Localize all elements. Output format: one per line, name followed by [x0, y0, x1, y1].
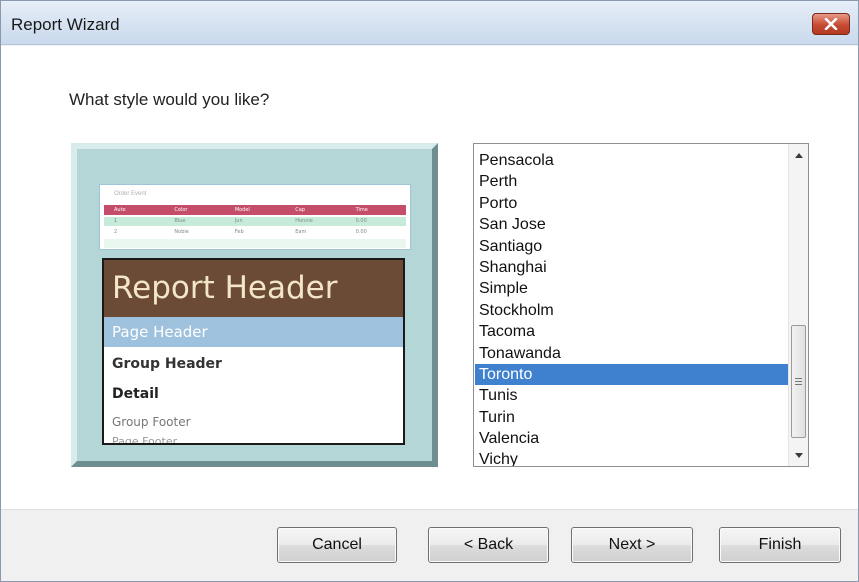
- cancel-button[interactable]: Cancel: [277, 527, 397, 563]
- mini-table-cell: [346, 239, 406, 248]
- grip-icon: [795, 376, 802, 387]
- list-item[interactable]: Porto: [475, 193, 788, 214]
- finish-button[interactable]: Finish: [719, 527, 841, 563]
- mini-table-cell: Feb: [234, 229, 244, 235]
- mini-table-header-cell: Color: [174, 207, 188, 213]
- mini-table-cell: 2: [114, 229, 118, 235]
- mini-table-header-cell: Cap: [295, 207, 305, 213]
- list-item-selected[interactable]: Toronto: [475, 363, 788, 386]
- mini-table-cell: Jun: [234, 218, 243, 224]
- page-header-band: Page Header: [104, 317, 403, 347]
- page-header-label: Page Header: [112, 323, 208, 341]
- wizard-content: What style would you like? Order Event A…: [1, 46, 858, 509]
- scroll-down-button[interactable]: [789, 446, 808, 464]
- detail-label: Detail: [112, 386, 159, 402]
- style-listbox[interactable]: Pensacola Perth Porto San Jose Santiago …: [473, 143, 809, 467]
- list-item[interactable]: Perth: [475, 171, 788, 192]
- group-header-label: Group Header: [112, 356, 222, 372]
- mini-table-cell: [285, 239, 345, 248]
- window-title: Report Wizard: [11, 15, 120, 34]
- mini-table-cell: [225, 239, 285, 248]
- mini-table-header-cell: Time: [355, 207, 368, 213]
- back-button[interactable]: < Back: [428, 527, 549, 563]
- page-footer-label: Page Footer: [112, 435, 178, 445]
- list-item[interactable]: Tunis: [475, 385, 788, 406]
- chevron-up-icon: [794, 152, 803, 158]
- mini-table-title: Order Event: [114, 191, 147, 197]
- group-footer-label: Group Footer: [112, 415, 191, 429]
- list-item[interactable]: Santiago: [475, 236, 788, 257]
- mini-table-cell: Blue: [174, 218, 186, 224]
- mini-table-header-cell: Model: [234, 207, 250, 213]
- list-item[interactable]: Simple: [475, 278, 788, 299]
- mini-table-cell: [164, 239, 224, 248]
- close-button[interactable]: [812, 13, 850, 35]
- page-prompt: What style would you like?: [69, 90, 270, 109]
- next-button[interactable]: Next >: [571, 527, 693, 563]
- list-item[interactable]: San Jose: [475, 214, 788, 235]
- list-item[interactable]: Valencia: [475, 428, 788, 449]
- scroll-thumb[interactable]: [791, 325, 806, 438]
- list-item[interactable]: Tacoma: [475, 321, 788, 342]
- vertical-scrollbar[interactable]: [788, 144, 808, 466]
- mini-table-cell: 0.00: [355, 229, 367, 235]
- mini-table-header-cell: Auto: [114, 207, 126, 213]
- list-item[interactable]: Pensacola: [475, 150, 788, 171]
- style-preview: Order Event Auto Color Model Cap Time 1 …: [71, 143, 438, 467]
- list-item[interactable]: Shanghai: [475, 257, 788, 278]
- mini-table-header-row: Auto Color Model Cap Time: [104, 205, 406, 215]
- close-icon: [824, 18, 838, 30]
- mini-table-cell: Nobie: [174, 229, 189, 235]
- list-item[interactable]: Tonawanda: [475, 343, 788, 364]
- mini-table-row: [104, 239, 406, 248]
- mini-table-cell: [104, 239, 164, 248]
- mini-table-cell: 1: [114, 218, 118, 224]
- mini-table-row: 1 Blue Jun Honnie 0.00: [104, 217, 406, 226]
- mini-table-cell: Eam: [295, 229, 307, 235]
- report-header-band: Report Header: [104, 260, 403, 317]
- title-bar[interactable]: Report Wizard: [1, 1, 858, 45]
- button-bar: Cancel < Back Next > Finish: [1, 509, 858, 581]
- report-wizard-dialog: Report Wizard What style would you like?…: [0, 0, 859, 582]
- style-list-items: Pensacola Perth Porto San Jose Santiago …: [475, 150, 788, 466]
- list-item[interactable]: Vichy: [475, 449, 788, 466]
- preview-report-layout: Report Header Page Header Group Header D…: [102, 258, 405, 445]
- mini-table-cell: Honnie: [295, 218, 313, 224]
- list-item[interactable]: Turin: [475, 407, 788, 428]
- mini-table-row: 2 Nobie Feb Eam 0.00: [104, 228, 406, 237]
- chevron-down-icon: [794, 452, 803, 458]
- list-item[interactable]: Stockholm: [475, 300, 788, 321]
- scroll-up-button[interactable]: [789, 146, 808, 164]
- preview-mini-table: Order Event Auto Color Model Cap Time 1 …: [99, 184, 411, 250]
- mini-table-cell: 0.00: [355, 218, 367, 224]
- report-header-label: Report Header: [112, 270, 338, 306]
